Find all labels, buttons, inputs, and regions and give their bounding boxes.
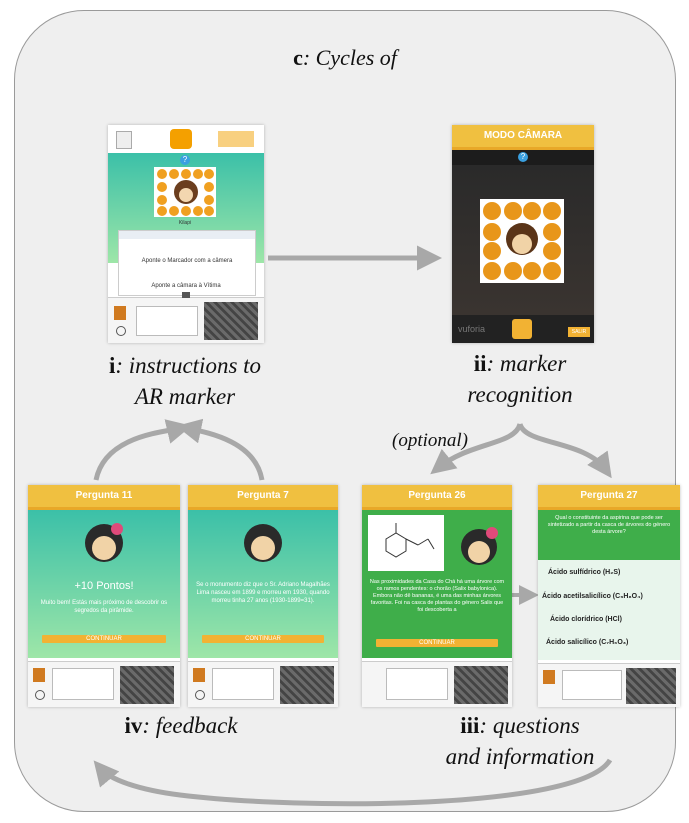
caption-i-line2: AR marker <box>134 384 236 409</box>
screen-feedback-correct: Pergunta 11 +10 Pontos! Muito bem! Estás… <box>28 485 180 707</box>
caption-ii-num: ii <box>473 351 487 376</box>
character-icon[interactable] <box>33 668 45 682</box>
sunflower-icon <box>483 202 561 280</box>
molecule-image <box>368 515 444 571</box>
feedback-text: Se o monumento diz que o Sr. Adriano Mag… <box>196 582 330 604</box>
screen-instructions: ? Kilapi Aponte o Marcador com a câmera … <box>108 125 264 343</box>
bottom-bar <box>362 661 512 707</box>
bottom-bar <box>108 292 264 343</box>
caption-iii-num: iii <box>460 713 480 738</box>
screen-question: Pergunta 27 Qual o constituinte da aspir… <box>538 485 680 707</box>
character-icon[interactable] <box>114 306 126 320</box>
ar-marker <box>480 199 564 283</box>
marker-image <box>154 167 216 217</box>
score-panel <box>218 131 254 147</box>
caption-i-line1: : instructions to <box>115 353 262 378</box>
character-icon[interactable] <box>193 668 205 682</box>
caption-i: i: instructions to AR marker <box>90 350 280 412</box>
screen-feedback-wrong: Pergunta 7 Se o monumento diz que o Sr. … <box>188 485 338 707</box>
project-logo <box>386 668 448 700</box>
caption-iii: iii: questions and information <box>420 710 620 772</box>
map-thumbnail[interactable] <box>204 302 258 340</box>
marker-name: Kilapi <box>178 220 192 226</box>
continue-button[interactable]: CONTINUAR <box>202 635 324 643</box>
instruction-camera-text: Aponte a câmara à Vítima <box>151 283 221 289</box>
question-header: Pergunta 11 <box>28 485 180 510</box>
molecule-diagram <box>385 523 435 558</box>
caption-ii-line1: : marker <box>486 351 567 376</box>
points-text: +10 Pontos! <box>74 580 134 592</box>
medal-icon <box>170 129 192 149</box>
project-logo <box>136 306 198 336</box>
character-icon[interactable] <box>543 670 555 684</box>
option-2[interactable]: Ácido acetilsalicílico (C₉H₈O₄) <box>542 593 643 600</box>
instruction-text: Aponte o Marcador com a câmera <box>141 258 233 264</box>
arrow-up-icon[interactable] <box>182 292 190 298</box>
option-4[interactable]: Ácido salicílico (C₇H₆O₃) <box>546 639 628 646</box>
project-logo <box>562 670 622 700</box>
monkey-icon <box>244 524 282 562</box>
status-bar <box>108 125 264 154</box>
arrow-iv-to-i-right <box>176 418 265 481</box>
timer-icon[interactable] <box>195 690 205 700</box>
question-header: Pergunta 26 <box>362 485 512 510</box>
question-icon[interactable]: ? <box>180 155 190 165</box>
continue-button[interactable]: CONTINUAR <box>376 639 498 647</box>
continue-button[interactable]: CONTINUAR <box>42 635 166 643</box>
arrow-ii-to-iii-right <box>517 422 612 479</box>
map-thumbnail[interactable] <box>120 666 174 704</box>
question-icon[interactable]: ? <box>518 152 528 162</box>
caption-ii-line2: recognition <box>467 382 573 407</box>
map-thumbnail[interactable] <box>280 666 334 704</box>
optional-label: (optional) <box>392 430 468 451</box>
caption-ii: ii: marker recognition <box>430 348 610 410</box>
screen-camera: MODO CÂMARA ? vuforia SALIR <box>452 125 594 343</box>
badge-icon <box>116 131 132 149</box>
project-logo <box>52 668 114 700</box>
monkey-icon <box>85 523 123 562</box>
question-text: Qual o constituinte da aspirina que pode… <box>547 515 671 535</box>
map-thumbnail[interactable] <box>454 666 508 704</box>
bottom-bar <box>28 661 180 707</box>
info-text: Nas proximidades da Casa do Chá há uma á… <box>369 579 505 613</box>
card-toolbar <box>119 231 255 239</box>
option-1[interactable]: Ácido sulfídrico (H₂S) <box>548 569 620 576</box>
exit-button[interactable]: SALIR <box>568 327 590 337</box>
camera-header: MODO CÂMARA <box>452 125 594 150</box>
camera-icon[interactable] <box>512 319 532 339</box>
timer-icon[interactable] <box>35 690 45 700</box>
arrow-iv-to-i-left <box>93 419 192 481</box>
feedback-text: Muito bem! Estás mais próximo de descobr… <box>40 600 168 614</box>
camera-footer: vuforia SALIR <box>452 315 594 343</box>
caption-iv-num: iv <box>124 713 143 738</box>
bottom-bar <box>538 663 680 707</box>
monkey-icon <box>461 527 498 565</box>
screen-information: Pergunta 26 Nas proximidades da Casa do … <box>362 485 512 707</box>
caption-iv-line1: : feedback <box>142 713 238 738</box>
timer-icon[interactable] <box>116 326 126 336</box>
question-header: Pergunta 7 <box>188 485 338 510</box>
project-logo <box>212 668 274 700</box>
map-thumbnail[interactable] <box>626 668 676 704</box>
caption-iii-line1: : questions <box>479 713 580 738</box>
vuforia-logo: vuforia <box>458 324 486 334</box>
sunflower-icon <box>157 169 214 216</box>
caption-iv: iv: feedback <box>96 710 266 741</box>
bottom-bar <box>188 661 338 707</box>
caption-iii-line2: and information <box>445 744 595 769</box>
option-3[interactable]: Ácido clorídrico (HCl) <box>550 616 622 623</box>
question-header: Pergunta 27 <box>538 485 680 510</box>
